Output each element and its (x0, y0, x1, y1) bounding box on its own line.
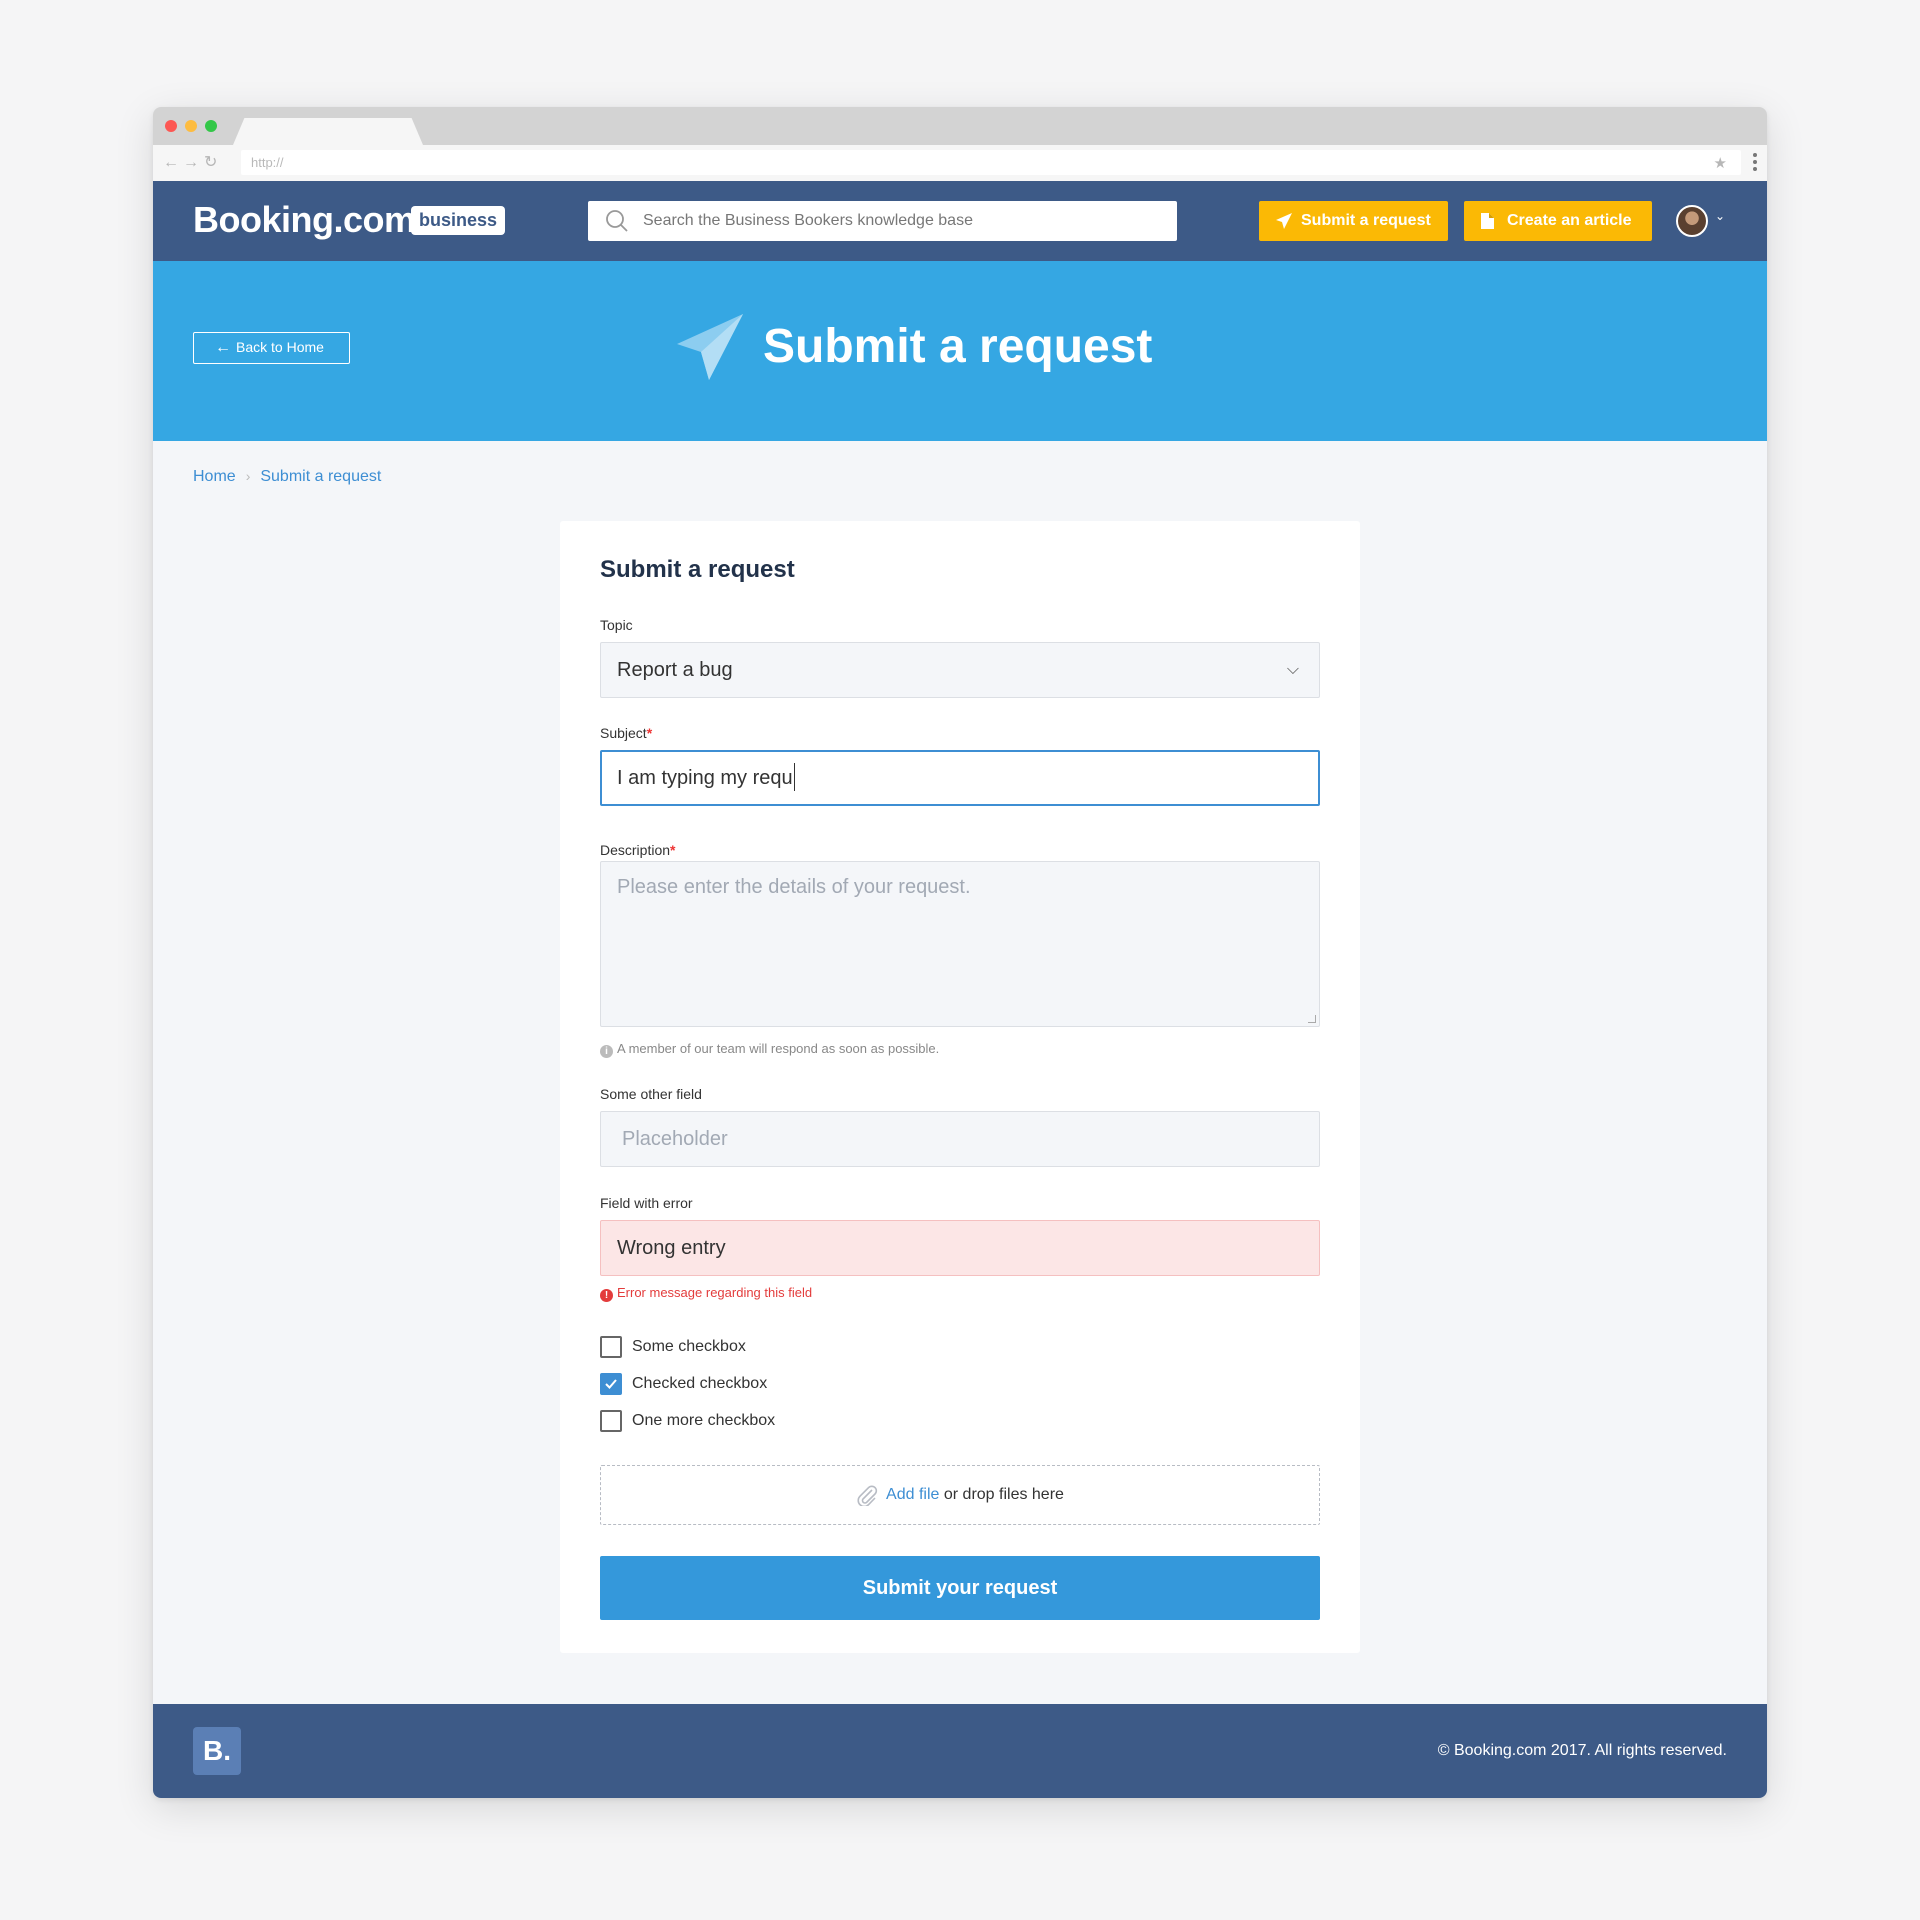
search-box (588, 201, 1177, 241)
error-field-label: Field with error (600, 1195, 693, 1211)
maximize-window-button[interactable] (205, 120, 217, 132)
file-dropzone[interactable]: Add file or drop files here (600, 1465, 1320, 1525)
browser-chrome: ← → ↻ http:// ★ (153, 107, 1767, 181)
error-field-input[interactable]: Wrong entry (600, 1220, 1320, 1276)
subject-label: Subject* (600, 725, 652, 741)
subject-input[interactable]: I am typing my requ (600, 750, 1320, 806)
browser-menu-icon[interactable] (1753, 153, 1757, 174)
checkbox-label: Checked checkbox (632, 1375, 768, 1392)
error-message: ! Error message regarding this field (600, 1285, 812, 1302)
search-icon (606, 210, 628, 232)
paperclip-icon (857, 1485, 878, 1506)
checkbox-box[interactable] (600, 1373, 622, 1395)
breadcrumb-home-link[interactable]: Home (193, 468, 236, 485)
browser-tab[interactable] (233, 118, 423, 145)
top-navbar: Booking.com business Submit a request Cr… (153, 181, 1767, 261)
page-title: Submit a request (763, 320, 1153, 373)
required-mark: * (646, 725, 653, 741)
paper-plane-icon (1276, 213, 1292, 229)
checkbox-label: Some checkbox (632, 1338, 746, 1355)
breadcrumb-current[interactable]: Submit a request (260, 468, 381, 485)
forward-arrow-icon[interactable]: → (183, 153, 199, 173)
request-form-card: Submit a request Topic Report a bug ⌵ Su… (560, 521, 1360, 1653)
error-field-value: Wrong entry (617, 1237, 726, 1259)
other-field-placeholder: Placeholder (622, 1128, 728, 1150)
paper-plane-icon (677, 314, 743, 380)
alert-icon: ! (600, 1289, 613, 1302)
topic-selected-value: Report a bug (617, 659, 733, 681)
checkbox-label: One more checkbox (632, 1412, 776, 1429)
back-arrow-icon[interactable]: ← (163, 153, 179, 173)
checkbox-one-more[interactable]: One more checkbox (600, 1409, 775, 1433)
topic-select[interactable]: Report a bug ⌵ (600, 642, 1320, 698)
submit-request-form-button[interactable]: Submit your request (600, 1556, 1320, 1620)
url-text: http:// (251, 155, 284, 170)
copyright: © Booking.com 2017. All rights reserved. (1437, 1742, 1727, 1759)
brand-logo[interactable]: Booking.com (193, 199, 416, 241)
add-file-link[interactable]: Add file (886, 1486, 939, 1503)
resize-handle-icon[interactable] (1308, 1015, 1316, 1023)
error-message-text: Error message regarding this field (617, 1285, 813, 1300)
bookmark-star-icon[interactable]: ★ (1714, 154, 1727, 172)
description-placeholder: Please enter the details of your request… (617, 876, 971, 898)
description-hint: i A member of our team will respond as so… (600, 1041, 939, 1058)
footer: B. © Booking.com 2017. All rights reserv… (153, 1704, 1767, 1798)
chevron-down-icon: ⌵ (1286, 661, 1299, 678)
browser-window: ← → ↻ http:// ★ Booking.com business Sub… (153, 107, 1767, 1798)
subject-input-value: I am typing my requ (617, 767, 793, 789)
back-to-home-label: Back to Home (236, 339, 324, 355)
back-to-home-button[interactable]: ← Back to Home (193, 332, 350, 364)
topic-label: Topic (600, 617, 633, 633)
checkmark-icon (605, 1379, 617, 1389)
checkbox-some[interactable]: Some checkbox (600, 1335, 746, 1359)
other-field-input[interactable]: Placeholder (600, 1111, 1320, 1167)
breadcrumb: Home › Submit a request (193, 468, 381, 486)
brand-badge: business (411, 206, 506, 235)
avatar[interactable] (1676, 205, 1708, 237)
search-input[interactable] (643, 201, 1163, 241)
submit-request-label: Submit a request (1301, 212, 1431, 229)
hero-banner: ← Back to Home Submit a request (153, 261, 1767, 441)
checkbox-box[interactable] (600, 1336, 622, 1358)
address-bar: ← → ↻ http:// ★ (153, 145, 1767, 181)
description-textarea[interactable]: Please enter the details of your request… (600, 861, 1320, 1027)
text-caret (793, 762, 796, 791)
chevron-right-icon: › (245, 468, 251, 484)
subject-label-text: Subject (600, 725, 647, 741)
dropzone-text: or drop files here (939, 1486, 1064, 1503)
required-mark: * (670, 842, 676, 858)
info-icon: i (600, 1045, 613, 1058)
form-title: Submit a request (600, 556, 795, 583)
url-field[interactable]: http:// ★ (241, 150, 1757, 175)
submit-request-button[interactable]: Submit a request (1259, 201, 1448, 241)
chevron-down-icon[interactable]: ⌄ (1715, 209, 1725, 223)
close-window-button[interactable] (165, 120, 177, 132)
minimize-window-button[interactable] (185, 120, 197, 132)
footer-logo[interactable]: B. (193, 1727, 241, 1775)
other-field-label: Some other field (600, 1086, 702, 1102)
checkbox-checked[interactable]: Checked checkbox (600, 1372, 767, 1396)
document-icon (1481, 213, 1494, 229)
create-article-label: Create an article (1507, 212, 1632, 229)
checkbox-box[interactable] (600, 1410, 622, 1432)
reload-icon[interactable]: ↻ (204, 153, 217, 173)
description-hint-text: A member of our team will respond as soo… (617, 1041, 940, 1056)
arrow-left-icon: ← (215, 339, 231, 356)
description-label-text: Description (600, 842, 671, 858)
create-article-button[interactable]: Create an article (1464, 201, 1652, 241)
description-label: Description* (600, 842, 675, 858)
